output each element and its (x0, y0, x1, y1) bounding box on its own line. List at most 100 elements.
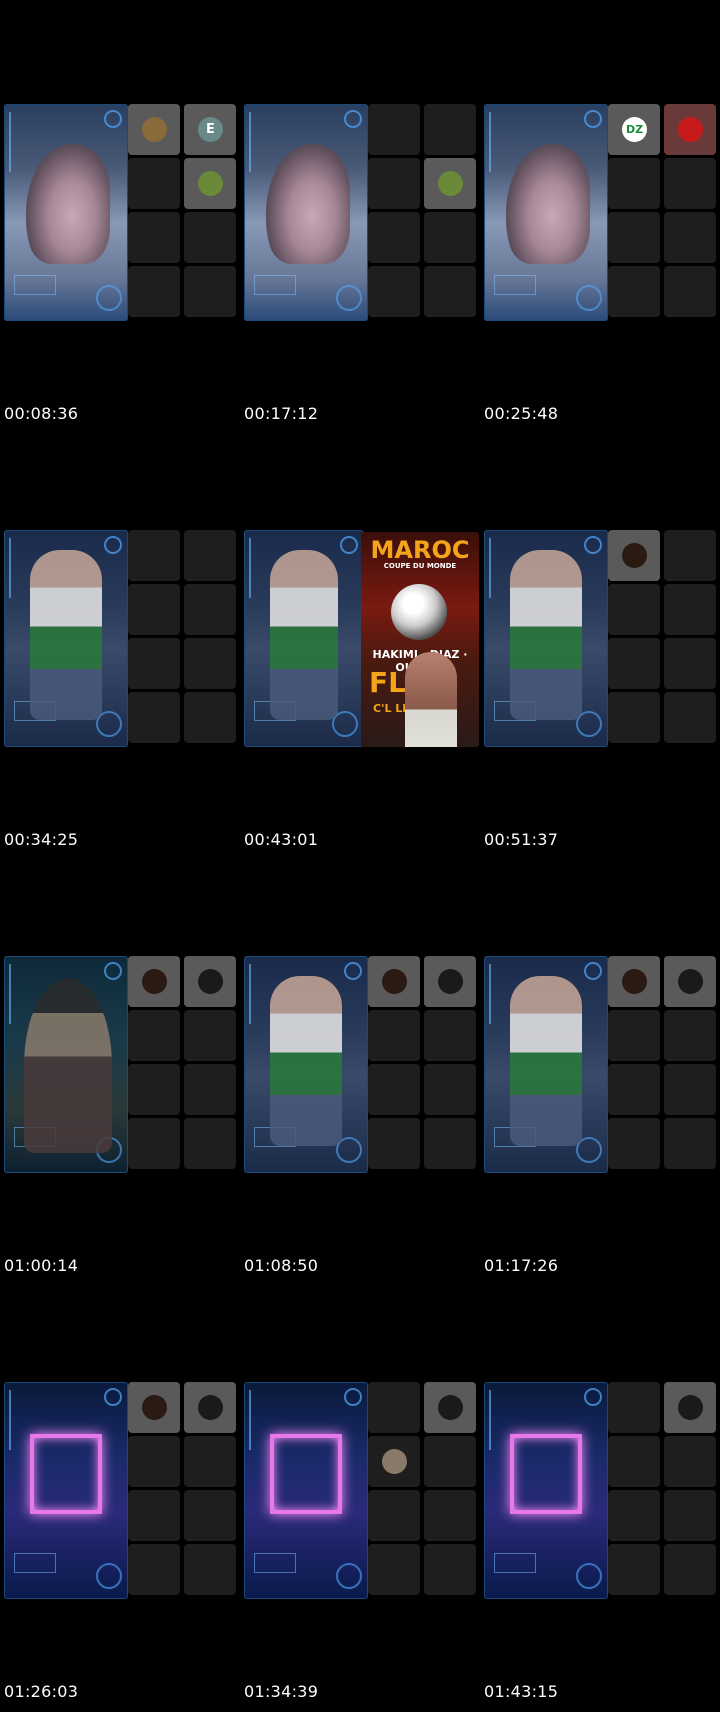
participant-tile[interactable] (128, 956, 180, 1007)
thumbnail-cell[interactable]: 01:26:03 (0, 1382, 240, 1712)
participant-tile[interactable] (608, 530, 660, 581)
thumbnail-cell[interactable]: 00:51:37 (480, 530, 720, 860)
participant-tile[interactable] (128, 266, 180, 317)
participant-tile[interactable] (184, 212, 236, 263)
participant-tile[interactable] (664, 692, 716, 743)
participant-tile[interactable] (608, 1010, 660, 1061)
participant-tile[interactable] (368, 1064, 420, 1115)
thumbnail-cell[interactable]: 01:00:14 (0, 956, 240, 1286)
participant-tile[interactable] (128, 1010, 180, 1061)
participant-tile[interactable] (184, 1064, 236, 1115)
participant-tile[interactable]: E (184, 104, 236, 155)
participant-tile[interactable] (664, 1010, 716, 1061)
participant-tile[interactable] (128, 1490, 180, 1541)
participant-tile[interactable] (184, 692, 236, 743)
participant-tile[interactable] (368, 1010, 420, 1061)
participant-tile[interactable] (608, 266, 660, 317)
thumbnail-cell[interactable]: 01:08:50 (240, 956, 480, 1286)
participant-tile[interactable] (424, 1118, 476, 1169)
hud-overlay-icon (96, 285, 122, 311)
participant-tile[interactable] (424, 158, 476, 209)
participant-tile[interactable] (368, 1436, 420, 1487)
participant-tile[interactable] (664, 1436, 716, 1487)
participant-tile[interactable] (128, 530, 180, 581)
participant-tile[interactable] (608, 692, 660, 743)
participant-tile[interactable] (664, 1490, 716, 1541)
participant-tile[interactable] (184, 1010, 236, 1061)
participant-tile[interactable] (184, 158, 236, 209)
participant-tile[interactable] (608, 1382, 660, 1433)
participant-tile[interactable] (608, 638, 660, 689)
participant-tile[interactable] (184, 1436, 236, 1487)
participant-tile[interactable] (608, 956, 660, 1007)
participant-tile[interactable] (368, 1118, 420, 1169)
participant-tile[interactable] (368, 1490, 420, 1541)
participant-tile[interactable] (424, 956, 476, 1007)
participant-tile[interactable] (184, 530, 236, 581)
participant-tile[interactable] (664, 1382, 716, 1433)
participant-tile[interactable] (664, 212, 716, 263)
participant-tile[interactable] (184, 1544, 236, 1595)
participant-tile[interactable] (128, 104, 180, 155)
participant-tile[interactable] (608, 584, 660, 635)
participant-tile[interactable] (184, 1382, 236, 1433)
participant-tile[interactable] (128, 1064, 180, 1115)
participant-tile[interactable] (184, 1118, 236, 1169)
participant-tile[interactable] (608, 212, 660, 263)
participant-tile[interactable] (424, 104, 476, 155)
participant-tile[interactable] (184, 638, 236, 689)
participant-tile[interactable] (608, 1064, 660, 1115)
participant-tile[interactable] (128, 1544, 180, 1595)
thumbnail-cell[interactable]: 01:34:39 (240, 1382, 480, 1712)
participant-tile[interactable] (664, 956, 716, 1007)
participant-tile[interactable] (128, 1382, 180, 1433)
participant-tile[interactable] (608, 1436, 660, 1487)
thumbnail-cell[interactable]: DZ 00:25:48 (480, 104, 720, 434)
participant-tile[interactable] (368, 212, 420, 263)
participant-tile[interactable] (664, 158, 716, 209)
participant-tile[interactable] (184, 1490, 236, 1541)
participant-tile[interactable] (424, 266, 476, 317)
participant-tile[interactable] (424, 1382, 476, 1433)
participant-tile[interactable] (128, 638, 180, 689)
participant-tile[interactable] (664, 266, 716, 317)
participant-tile[interactable] (664, 1544, 716, 1595)
participant-tile[interactable] (608, 1544, 660, 1595)
participant-tile[interactable] (664, 638, 716, 689)
participant-tile[interactable] (184, 956, 236, 1007)
thumbnail-cell[interactable]: E 00:08:36 (0, 104, 240, 434)
participant-tile[interactable] (424, 1490, 476, 1541)
participant-tile[interactable] (608, 1118, 660, 1169)
participant-tile[interactable] (368, 956, 420, 1007)
participant-tile[interactable] (424, 1436, 476, 1487)
participant-tile[interactable] (128, 212, 180, 263)
participant-tile[interactable] (184, 584, 236, 635)
thumbnail-cell[interactable]: 00:34:25 (0, 530, 240, 860)
participant-tile[interactable] (368, 104, 420, 155)
participant-tile[interactable] (368, 158, 420, 209)
participant-tile[interactable] (128, 158, 180, 209)
participant-tile[interactable] (664, 104, 716, 155)
participant-tile[interactable] (424, 212, 476, 263)
participant-tile[interactable] (128, 1436, 180, 1487)
participant-tile[interactable] (424, 1544, 476, 1595)
thumbnail-cell[interactable]: 01:43:15 (480, 1382, 720, 1712)
thumbnail-cell[interactable]: 01:17:26 (480, 956, 720, 1286)
participant-tile[interactable] (128, 584, 180, 635)
participant-tile[interactable] (368, 266, 420, 317)
participant-tile[interactable] (368, 1544, 420, 1595)
participant-tile[interactable] (128, 1118, 180, 1169)
participant-tile[interactable] (608, 1490, 660, 1541)
participant-tile[interactable] (368, 1382, 420, 1433)
participant-tile[interactable] (664, 584, 716, 635)
participant-tile[interactable] (424, 1010, 476, 1061)
participant-tile[interactable] (664, 530, 716, 581)
participant-tile[interactable] (664, 1064, 716, 1115)
participant-tile[interactable] (184, 266, 236, 317)
thumbnail-cell[interactable]: 00:17:12 (240, 104, 480, 434)
participant-tile[interactable] (424, 1064, 476, 1115)
participant-tile[interactable] (128, 692, 180, 743)
participant-tile[interactable] (608, 158, 660, 209)
participant-tile[interactable]: DZ (608, 104, 660, 155)
participant-tile[interactable] (664, 1118, 716, 1169)
